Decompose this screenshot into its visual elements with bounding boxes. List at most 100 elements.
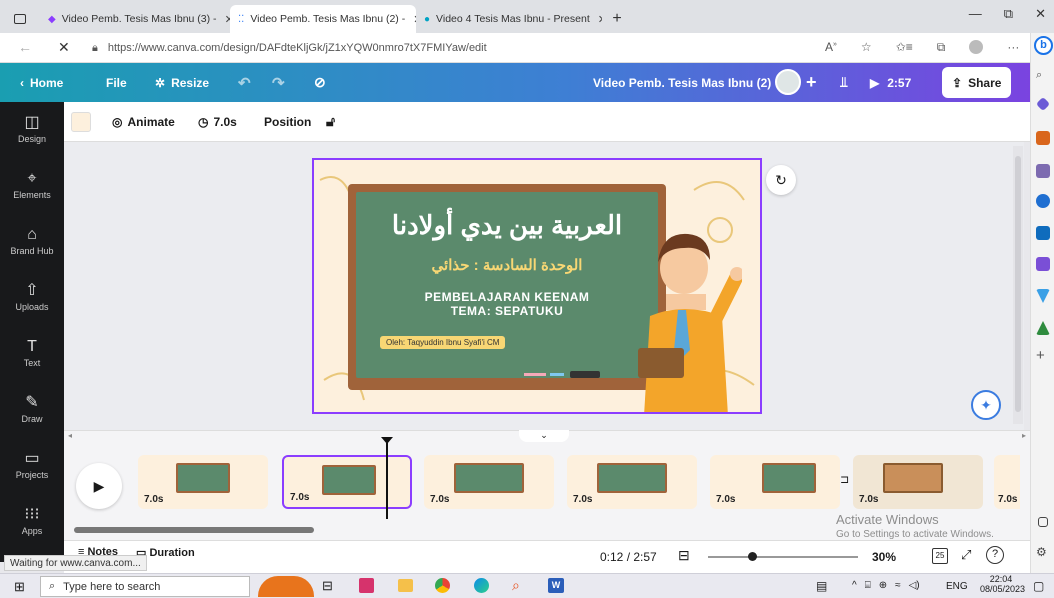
zoom-slider[interactable] [708,552,858,561]
browser-tab-2[interactable]: ⁚⁚ Video Pemb. Tesis Mas Ibnu (2) - ✕ [230,5,416,33]
timeline-page-1[interactable]: 7.0s [138,455,268,509]
clock[interactable]: 22:04 08/05/2023 [980,574,1025,594]
help-icon[interactable]: ? [986,546,1004,564]
timeline-page-5[interactable]: 7.0s [710,455,840,509]
rail-elements[interactable]: ⌖ Elements [0,170,64,200]
people-icon[interactable] [1036,164,1050,178]
scroll-right-icon[interactable]: ▸ [1022,431,1026,440]
redo-icon[interactable]: ↷ [272,74,285,92]
chrome-icon[interactable] [435,578,450,593]
shopping-icon[interactable] [1036,131,1050,145]
home-button[interactable]: ‹ Home [20,76,63,90]
system-tray[interactable]: ^ ⌸ ⊕ ≈ ◁) [852,580,920,591]
read-aloud-icon[interactable]: A» [825,40,837,55]
desktop-icon[interactable]: ▤ [816,579,827,593]
timeline-page-7[interactable]: 7.0s [994,455,1020,509]
language-indicator[interactable]: ENG [946,581,968,592]
duration-button[interactable]: ◷ 7.0s [198,115,237,129]
volume-icon[interactable]: ◁) [909,580,920,591]
notifications-icon[interactable]: ▢ [1033,579,1044,593]
vertical-scrollbar[interactable] [1013,146,1023,424]
resize-button[interactable]: ✲ Resize [155,76,209,90]
settings-icon[interactable]: ⚙ [1036,545,1050,559]
bing-icon[interactable]: b [1034,36,1053,55]
page-count-button[interactable]: 25 [932,548,948,564]
rail-text[interactable]: T Text [0,338,64,368]
cloud-saved-icon[interactable]: ⊘ [314,74,326,91]
app-icon[interactable] [359,578,374,593]
office-icon[interactable] [1036,194,1050,208]
timeline-page-4[interactable]: 7.0s [567,455,697,509]
browser-tab-1[interactable]: ◆ Video Pemb. Tesis Mas Ibnu (3) - ✕ [40,5,230,33]
more-icon[interactable]: ··· [1007,40,1019,55]
close-window-icon[interactable]: ✕ [1035,6,1046,22]
playhead[interactable] [386,443,388,519]
transition-icon[interactable]: ⊐ [840,473,849,486]
minimize-icon[interactable]: — [969,6,982,22]
new-tab-icon[interactable]: + [602,5,632,33]
share-button[interactable]: ⇪ Share [942,67,1012,98]
tree-icon[interactable] [1036,321,1050,335]
slide-page[interactable]: العربية بين يدي أولادنا الوحدة السادسة :… [312,158,762,414]
timeline-page-6[interactable]: 7.0s [853,455,983,509]
timeline-scrollbar[interactable] [74,527,314,533]
profile-avatar[interactable] [969,40,984,54]
close-icon[interactable]: ✕ [598,13,602,26]
file-menu[interactable]: File [106,76,127,90]
avatar[interactable] [775,69,801,95]
word-icon[interactable]: W [548,578,564,593]
rail-uploads[interactable]: ⇧ Uploads [0,282,64,312]
rail-apps[interactable]: ⁝⁝⁝ Apps [0,506,64,536]
tab-actions-icon[interactable] [0,5,40,33]
task-view-icon[interactable]: ⊟ [322,578,333,594]
timeline-page-2[interactable]: 7.0s [282,455,412,509]
rail-projects[interactable]: ▭ Projects [0,450,64,480]
wifi-icon[interactable]: ≈ [895,580,901,591]
scroll-left-icon[interactable]: ◂ [68,431,72,440]
battery-icon[interactable]: ⊕ [879,580,887,591]
sidebar-toggle-icon[interactable] [1038,517,1048,527]
refresh-icon[interactable]: ↻ [766,165,796,195]
rail-brand-hub[interactable]: ⌂ Brand Hub [0,226,64,256]
rail-draw[interactable]: ✎ Draw [0,394,64,424]
tag-icon[interactable] [1035,96,1051,112]
fullscreen-icon[interactable]: ⤢ [961,547,971,563]
search-app-icon[interactable]: ⌕ [512,577,520,594]
playhead-marker[interactable] [381,437,393,444]
timeline-page-3[interactable]: 7.0s [424,455,554,509]
add-collaborator-icon[interactable]: + [806,72,817,93]
animate-button[interactable]: ◎ Animate [112,115,175,129]
search-icon[interactable]: ⌕ [1036,69,1050,83]
undo-icon[interactable]: ↶ [238,74,251,92]
favorites-bar-icon[interactable]: ✩≡ [896,40,913,55]
back-icon[interactable]: ← [18,39,32,55]
favorite-icon[interactable]: ☆ [861,40,872,55]
collections-icon[interactable]: ⧉ [937,40,946,55]
present-button[interactable]: ▶ 2:57 [870,76,911,90]
position-button[interactable]: Position [264,115,311,129]
restore-icon[interactable]: ⧉ [1004,6,1013,22]
weather-widget-icon[interactable] [258,576,314,597]
chevron-up-icon[interactable]: ^ [852,580,857,591]
network-icon[interactable]: ⌸ [865,580,871,591]
file-explorer-icon[interactable] [398,579,413,592]
edge-icon[interactable] [474,578,489,593]
url-field[interactable]: 🔒︎ https://www.canva.com/design/DAFdteKl… [92,36,712,60]
browser-tab-3[interactable]: ● Video 4 Tesis Mas Ibnu - Present ✕ [416,5,602,33]
designer-icon[interactable] [1036,257,1050,271]
outlook-icon[interactable] [1036,226,1050,240]
taskbar-search-input[interactable]: ⌕ Type here to search [40,576,250,597]
add-icon[interactable]: + [1036,348,1050,363]
magic-assistant-icon[interactable]: ✦ [971,390,1001,420]
background-color-swatch[interactable] [71,112,91,132]
fit-view-icon[interactable]: ⊟ [678,547,690,564]
zoom-slider-thumb[interactable] [748,552,757,561]
lock-icon[interactable]: 🔓︎ [326,113,335,130]
play-button[interactable]: ▶ [76,463,122,509]
stop-icon[interactable]: ✕ [58,39,70,56]
telegram-icon[interactable] [1036,289,1050,303]
windows-start-icon[interactable]: ⊞ [14,579,25,595]
insights-icon[interactable]: ⫫ [840,74,848,91]
zoom-value[interactable]: 30% [872,550,896,564]
rail-design[interactable]: ◫ Design [0,114,64,144]
